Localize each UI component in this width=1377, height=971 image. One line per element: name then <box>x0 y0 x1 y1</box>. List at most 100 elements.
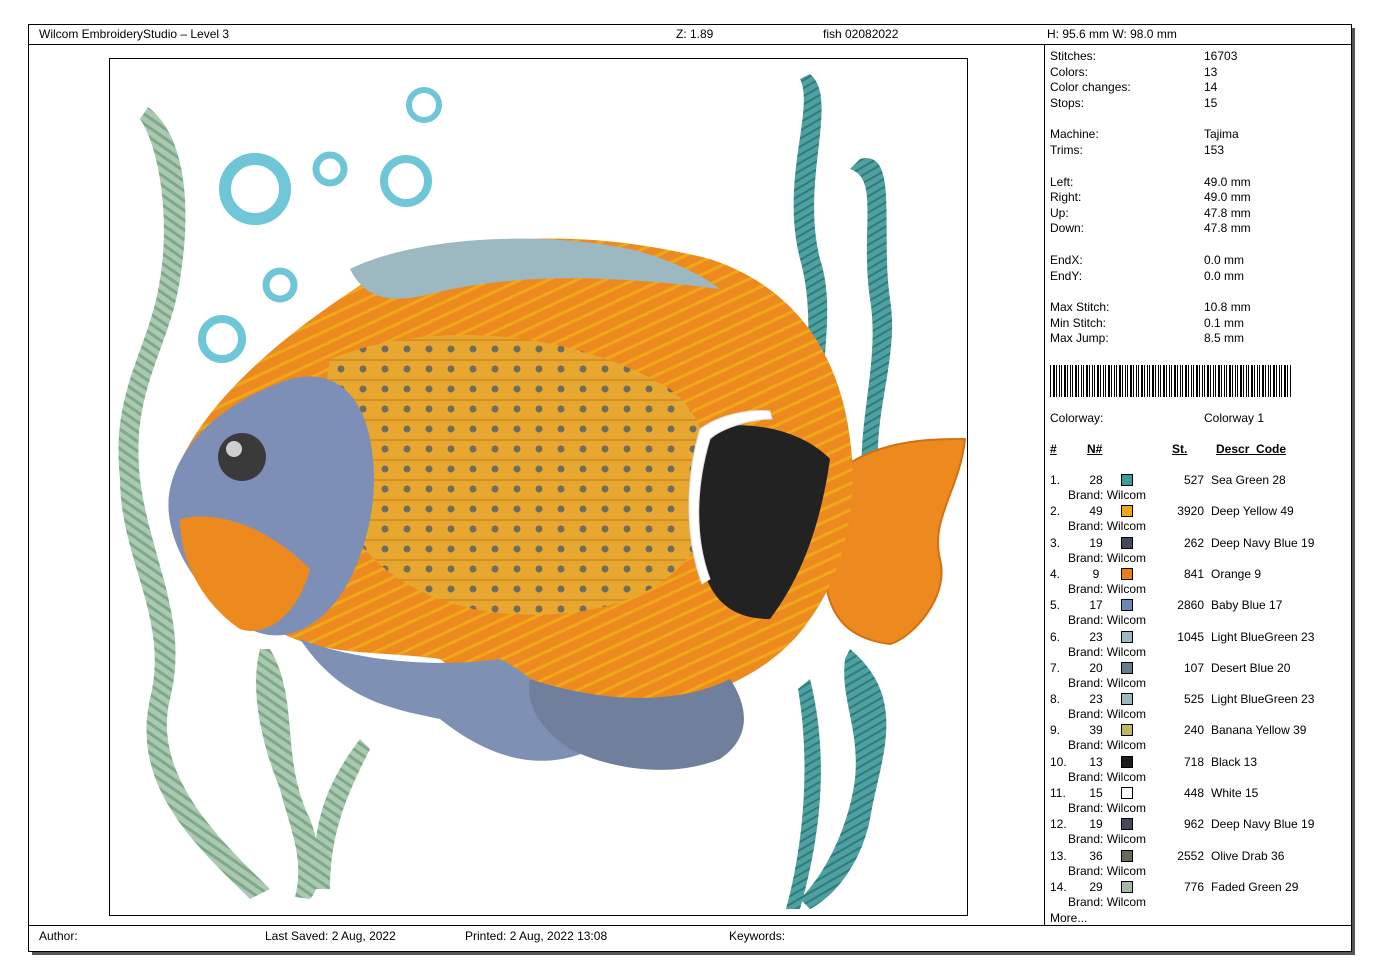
seaweed-left-3 <box>314 739 370 889</box>
thread-color-swatch <box>1121 818 1133 831</box>
thread-stitch-count: 525 <box>1183 692 1204 707</box>
stat-value: 49.0 mm <box>1204 174 1251 189</box>
thread-brand: Brand: Wilcom <box>1068 707 1147 722</box>
thread-number: 29 <box>1089 879 1103 894</box>
thread-stitch-count: 527 <box>1183 473 1204 487</box>
thread-row: 6. 23 1045 Light BlueGreen 23 Brand: Wilcom <box>1050 630 1350 661</box>
thread-number: 23 <box>1089 692 1103 707</box>
design-dimensions: H: 95.6 mm W: 98.0 mm <box>1047 27 1177 41</box>
thread-stitch-count: 2860 <box>1177 598 1204 613</box>
thread-row: 7. 20 107 Desert Blue 20 Brand: Wilcom <box>1050 661 1350 692</box>
sheet-footer: Author: Last Saved: 2 Aug, 2022 Printed:… <box>29 925 1351 952</box>
thread-description: Deep Navy Blue 19 <box>1211 535 1315 550</box>
stat-value: 0.1 mm <box>1204 315 1245 330</box>
thread-number: 49 <box>1089 504 1103 519</box>
stat-label: Max Stitch: <box>1050 300 1110 315</box>
thread-index: 5. <box>1050 598 1061 613</box>
stat-row: Trims: 153 <box>1050 143 1350 158</box>
stat-label: Machine: <box>1050 127 1099 142</box>
last-saved: Last Saved: 2 Aug, 2022 <box>265 929 396 943</box>
stat-value: 47.8 mm <box>1204 205 1251 220</box>
thread-description: White 15 <box>1211 786 1259 800</box>
thread-brand: Brand: Wilcom <box>1068 644 1147 659</box>
thread-index: 9. <box>1050 723 1061 738</box>
stat-row: Down: 47.8 mm <box>1050 221 1350 236</box>
thread-number: 15 <box>1089 786 1103 800</box>
seaweed-right-4 <box>786 679 821 909</box>
thread-brand: Brand: Wilcom <box>1068 488 1147 502</box>
thread-color-swatch <box>1121 536 1133 549</box>
thread-color-swatch <box>1121 661 1133 674</box>
thread-index: 13. <box>1050 848 1067 863</box>
thread-description: Olive Drab 36 <box>1211 848 1285 863</box>
stat-label: EndX: <box>1050 253 1083 267</box>
thread-brand: Brand: Wilcom <box>1068 550 1147 565</box>
stat-label: Colors: <box>1050 64 1089 79</box>
stat-label: Color changes: <box>1050 80 1131 95</box>
thread-description: Baby Blue 17 <box>1211 598 1283 613</box>
thread-brand: Brand: Wilcom <box>1068 769 1147 784</box>
thread-color-swatch <box>1121 880 1133 893</box>
stat-row: Left: 49.0 mm <box>1050 175 1350 190</box>
thread-row: 9. 39 240 Banana Yellow 39 Brand: Wilcom <box>1050 723 1350 754</box>
more-threads-link[interactable]: More... <box>1050 911 1087 925</box>
column-header-description: Descr_Code <box>1216 442 1287 456</box>
thread-color-swatch <box>1121 599 1133 612</box>
thread-description: Sea Green 28 <box>1211 473 1286 487</box>
thread-index: 8. <box>1050 692 1061 707</box>
thread-row: 14. 29 776 Faded Green 29 Brand: Wilcom <box>1050 880 1350 911</box>
printed-date: Printed: 2 Aug, 2022 13:08 <box>465 929 608 943</box>
thread-description: Light BlueGreen 23 <box>1211 629 1315 644</box>
stat-value: 0.0 mm <box>1204 268 1245 283</box>
thread-index: 7. <box>1050 660 1061 675</box>
thread-index: 2. <box>1050 504 1061 519</box>
thread-stitch-count: 2552 <box>1177 848 1204 863</box>
thread-stitch-count: 776 <box>1183 879 1204 894</box>
stat-value: 0.0 mm <box>1204 253 1245 267</box>
thread-number: 23 <box>1089 629 1103 644</box>
stat-row: Machine: Tajima <box>1050 127 1350 142</box>
thread-row: 2. 49 3920 Deep Yellow 49 Brand: Wilcom <box>1050 504 1350 535</box>
thread-brand: Brand: Wilcom <box>1068 863 1147 878</box>
stat-row: EndY: 0.0 mm <box>1050 269 1350 284</box>
thread-row: 13. 36 2552 Olive Drab 36 Brand: Wilcom <box>1050 849 1350 880</box>
stat-label: Up: <box>1050 205 1069 220</box>
design-barcode <box>1050 365 1291 397</box>
colorway-label: Colorway: <box>1050 411 1104 425</box>
thread-brand: Brand: Wilcom <box>1068 894 1147 909</box>
thread-row: 1. 28 527 Sea Green 28 Brand: Wilcom <box>1050 473 1350 504</box>
stat-value: 49.0 mm <box>1204 190 1251 205</box>
sheet-header: Wilcom EmbroideryStudio – Level 3 Z: 1.8… <box>29 25 1351 45</box>
panel-divider <box>1044 45 1045 925</box>
thread-brand: Brand: Wilcom <box>1068 581 1147 596</box>
page-shadow-right <box>1352 28 1355 954</box>
thread-number: 39 <box>1089 723 1103 738</box>
stat-row: EndX: 0.0 mm <box>1050 253 1350 268</box>
stat-value: 47.8 mm <box>1204 221 1251 236</box>
print-preview-sheet: Wilcom EmbroideryStudio – Level 3 Z: 1.8… <box>28 24 1352 952</box>
thread-brand: Brand: Wilcom <box>1068 675 1147 690</box>
stat-row: Right: 49.0 mm <box>1050 190 1350 205</box>
thread-stitch-count: 962 <box>1183 817 1204 832</box>
stat-label: Left: <box>1050 174 1074 189</box>
thread-index: 6. <box>1050 629 1061 644</box>
thread-description: Light BlueGreen 23 <box>1211 692 1315 707</box>
thread-index: 3. <box>1050 535 1061 550</box>
thread-brand: Brand: Wilcom <box>1068 613 1147 628</box>
stat-value: 13 <box>1204 64 1218 79</box>
thread-number: 17 <box>1089 598 1103 613</box>
embroidery-design-image <box>118 74 967 909</box>
thread-color-swatch <box>1121 505 1133 518</box>
thread-row: 3. 19 262 Deep Navy Blue 19 Brand: Wilcom <box>1050 536 1350 567</box>
stat-row: Stitches: 16703 <box>1050 49 1350 64</box>
stat-label: Max Jump: <box>1050 331 1109 346</box>
thread-row: 10. 13 718 Black 13 Brand: Wilcom <box>1050 755 1350 786</box>
stat-label: Right: <box>1050 190 1082 205</box>
thread-brand: Brand: Wilcom <box>1068 738 1147 753</box>
keywords-label: Keywords: <box>729 929 786 943</box>
thread-description: Deep Yellow 49 <box>1211 504 1294 519</box>
stat-value: 14 <box>1204 80 1218 95</box>
thread-description: Orange 9 <box>1211 566 1262 581</box>
thread-number: 9 <box>1092 566 1100 581</box>
thread-number: 28 <box>1089 473 1103 487</box>
